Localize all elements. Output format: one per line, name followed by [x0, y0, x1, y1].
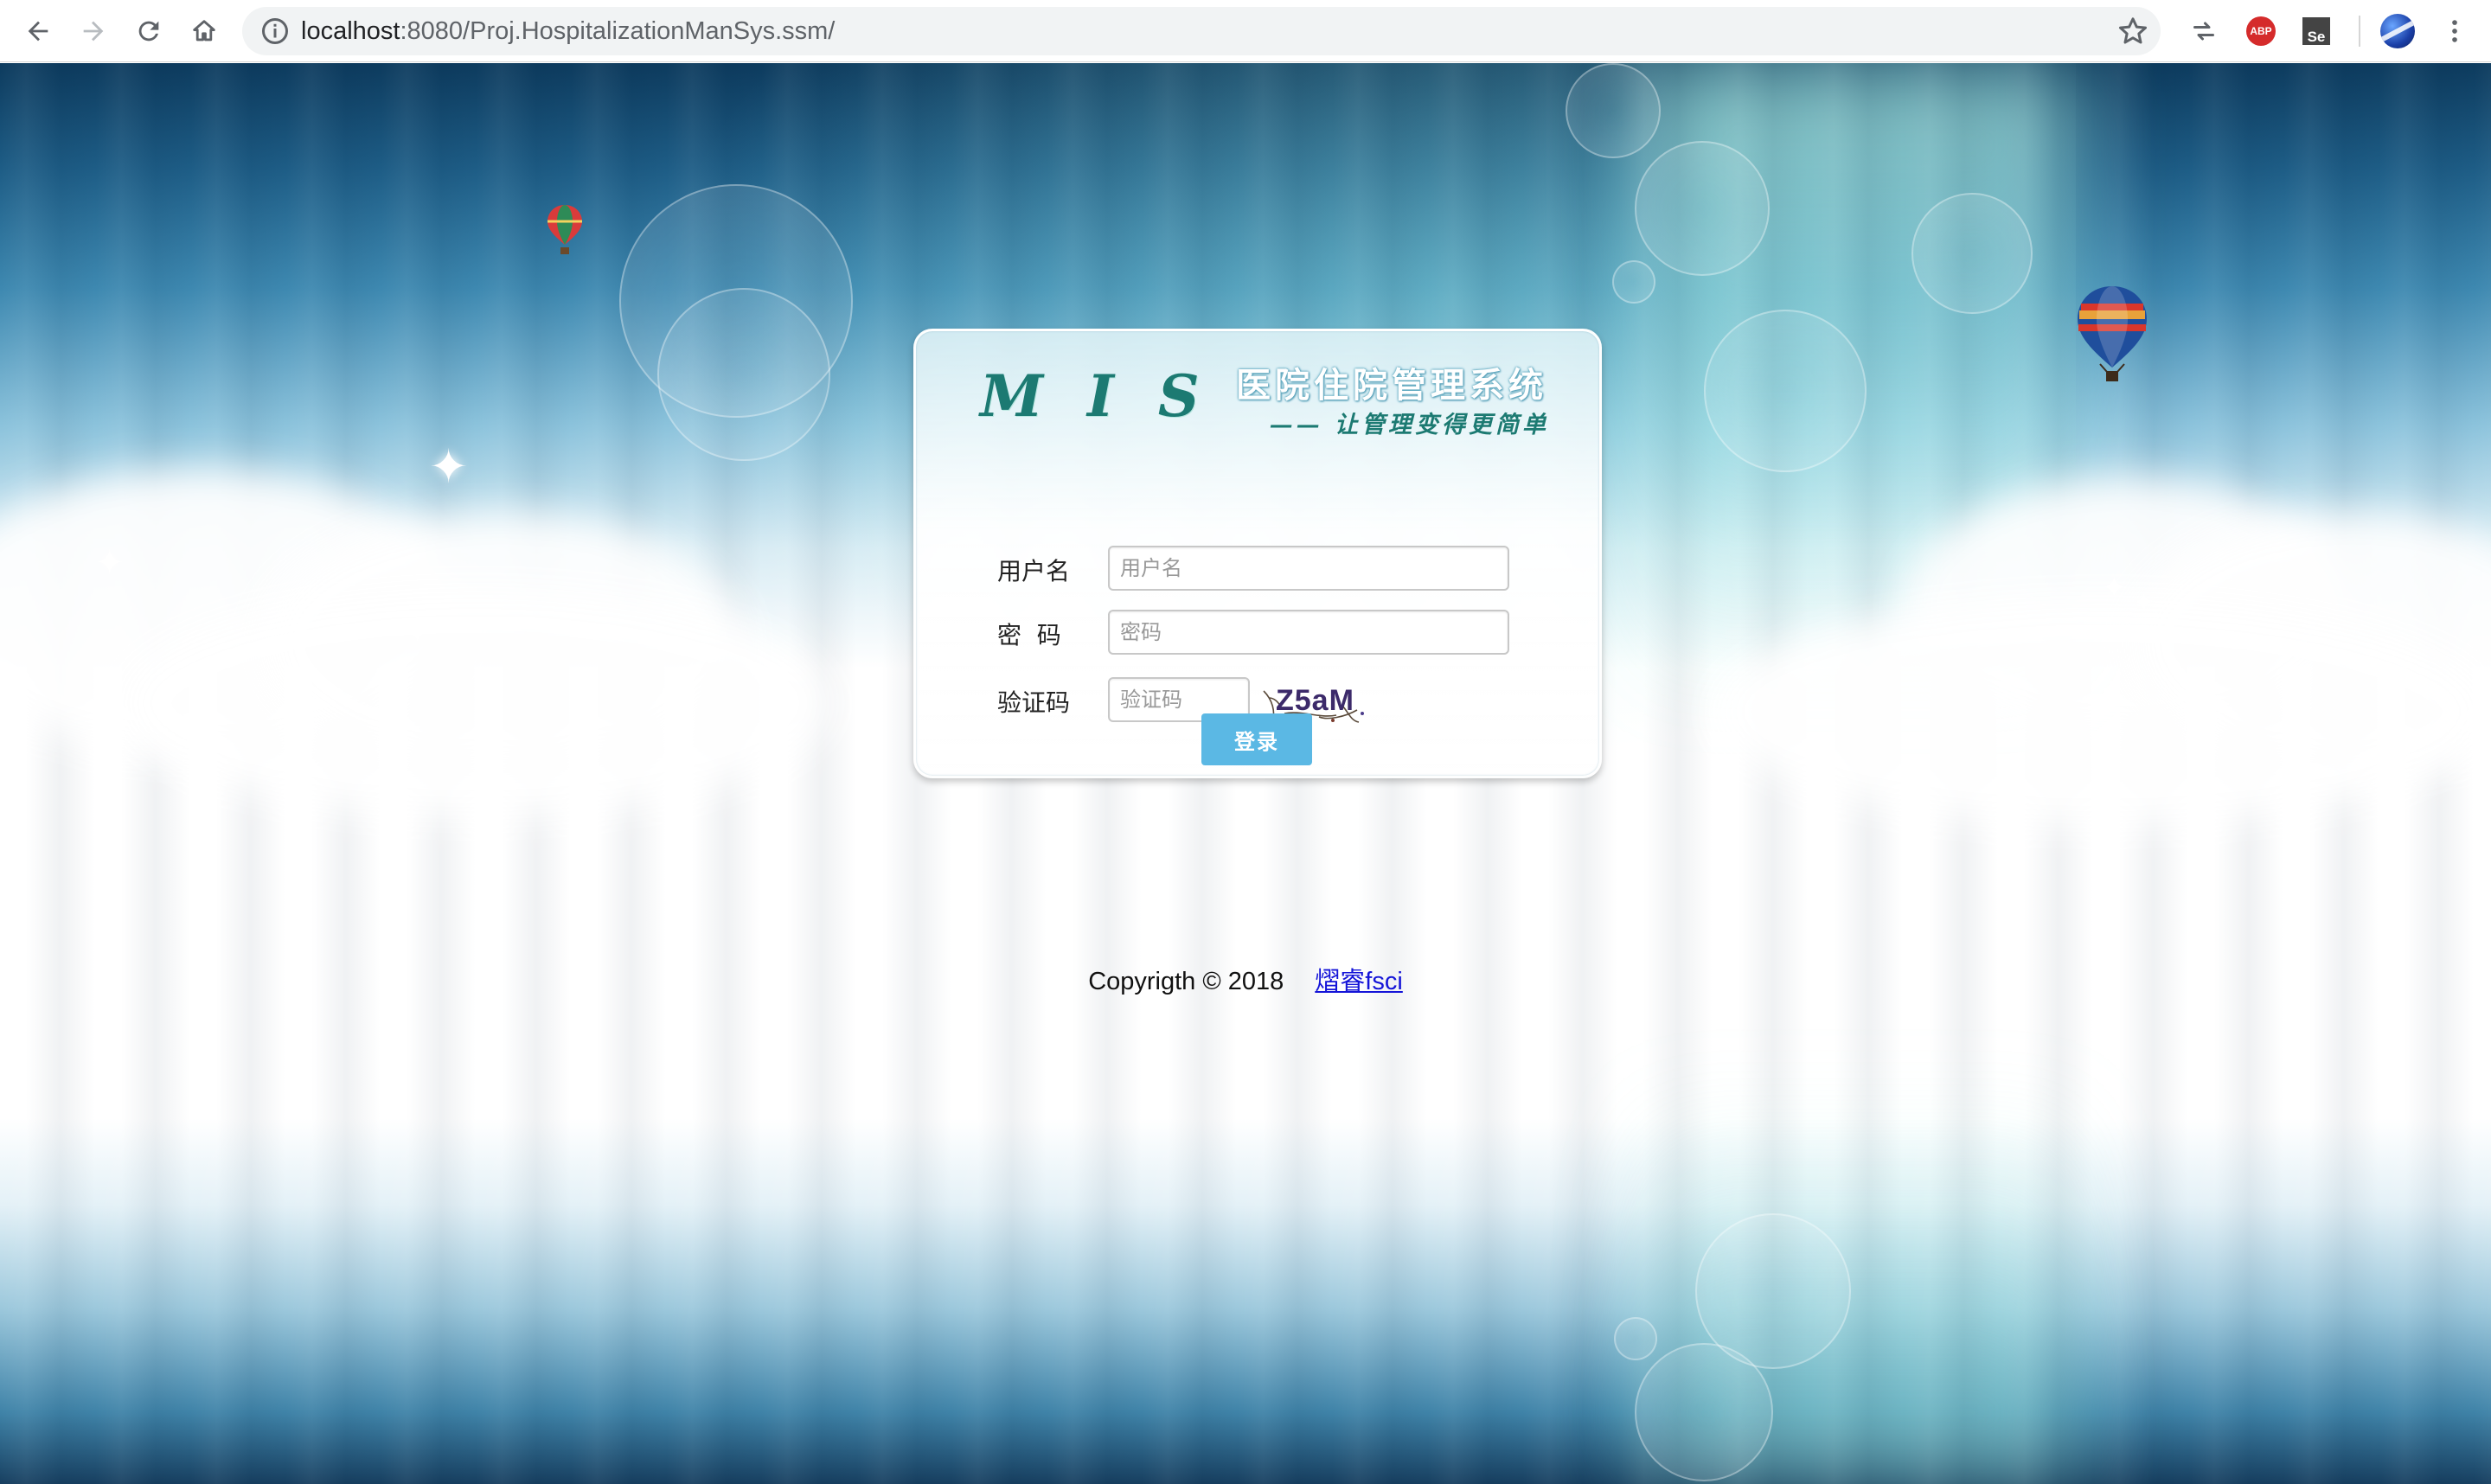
profile-avatar-icon [2380, 14, 2415, 48]
sparkle-icon: ✦ [429, 439, 469, 494]
sparkle-icon: ✦ [407, 619, 429, 649]
profile-button[interactable] [2380, 14, 2415, 48]
forward-arrow-icon [83, 21, 104, 42]
login-button[interactable]: 登录 [1201, 713, 1312, 765]
browser-menu-button[interactable] [2437, 14, 2472, 48]
login-form: M I S 医院住院管理系统 —— 让管理变得更简单 用户名 密 码 验证码 Z… [913, 329, 1602, 778]
sparkle-icon: ✦ [1998, 669, 2019, 698]
adblock-icon: ABP [2246, 16, 2276, 46]
kebab-menu-icon [2452, 20, 2457, 42]
home-button[interactable] [183, 10, 225, 52]
cloud [1713, 599, 2491, 824]
system-slogan: —— 让管理变得更简单 [1269, 412, 1549, 438]
cloud [121, 591, 830, 816]
url-host: localhost [301, 17, 400, 45]
home-icon [193, 20, 215, 42]
browser-toolbar: localhost:8080/Proj.HospitalizationManSy… [0, 0, 2491, 62]
selenium-icon: Se [2302, 17, 2330, 45]
hot-air-balloon-icon [548, 205, 582, 254]
bokeh-bubble [1614, 1317, 1657, 1360]
reload-button[interactable] [128, 10, 170, 52]
sparkle-icon: ✦ [2133, 588, 2155, 618]
split-arrow-icon [2193, 22, 2214, 41]
back-button[interactable] [17, 10, 59, 52]
url-path: :8080/Proj.HospitalizationManSys.ssm/ [400, 17, 836, 45]
bokeh-bubble [657, 288, 830, 461]
reload-icon [138, 21, 159, 42]
sparkle-icon: ✦ [95, 543, 125, 583]
selenium-extension-button[interactable]: Se [2299, 14, 2334, 48]
extension-split-button[interactable] [2187, 14, 2221, 48]
forward-button[interactable] [73, 10, 114, 52]
username-input[interactable] [1108, 546, 1509, 591]
captcha-label: 验证码 [997, 688, 1071, 717]
username-label: 用户名 [997, 557, 1071, 585]
bokeh-bubble [1635, 141, 1770, 276]
url-text[interactable]: localhost:8080/Proj.HospitalizationManSy… [301, 7, 835, 55]
sparkle-icon: ✦ [2102, 571, 2127, 605]
page-background: ✦ ✦ ✦ ✦ ✦ ✦ M I S 医院住院管理系统 —— 让管理变得更简单 用… [0, 63, 2491, 1484]
copyright-text: Copyrigth © 2018 [1088, 968, 1284, 995]
bokeh-bubble [1566, 63, 1661, 158]
author-link[interactable]: 熠睿fsci [1315, 968, 1403, 995]
password-label: 密 码 [997, 621, 1061, 649]
info-icon[interactable] [259, 16, 291, 47]
footer: Copyrigth © 2018 熠睿fsci [0, 961, 2491, 997]
bokeh-bubble [1704, 310, 1867, 472]
hot-air-balloon-icon [2078, 286, 2147, 381]
brand-logo: M I S [980, 362, 1212, 430]
bokeh-bubble [1612, 260, 1655, 304]
adblock-extension-button[interactable]: ABP [2244, 14, 2278, 48]
system-title: 医院住院管理系统 [1236, 366, 1547, 406]
back-arrow-icon [28, 21, 48, 42]
toolbar-divider [2359, 16, 2360, 47]
bookmark-star-icon[interactable] [2116, 14, 2150, 48]
bokeh-bubble [1911, 193, 2033, 314]
address-bar[interactable]: localhost:8080/Proj.HospitalizationManSy… [242, 7, 2161, 55]
password-input[interactable] [1108, 610, 1509, 655]
bokeh-bubble [1695, 1213, 1851, 1369]
